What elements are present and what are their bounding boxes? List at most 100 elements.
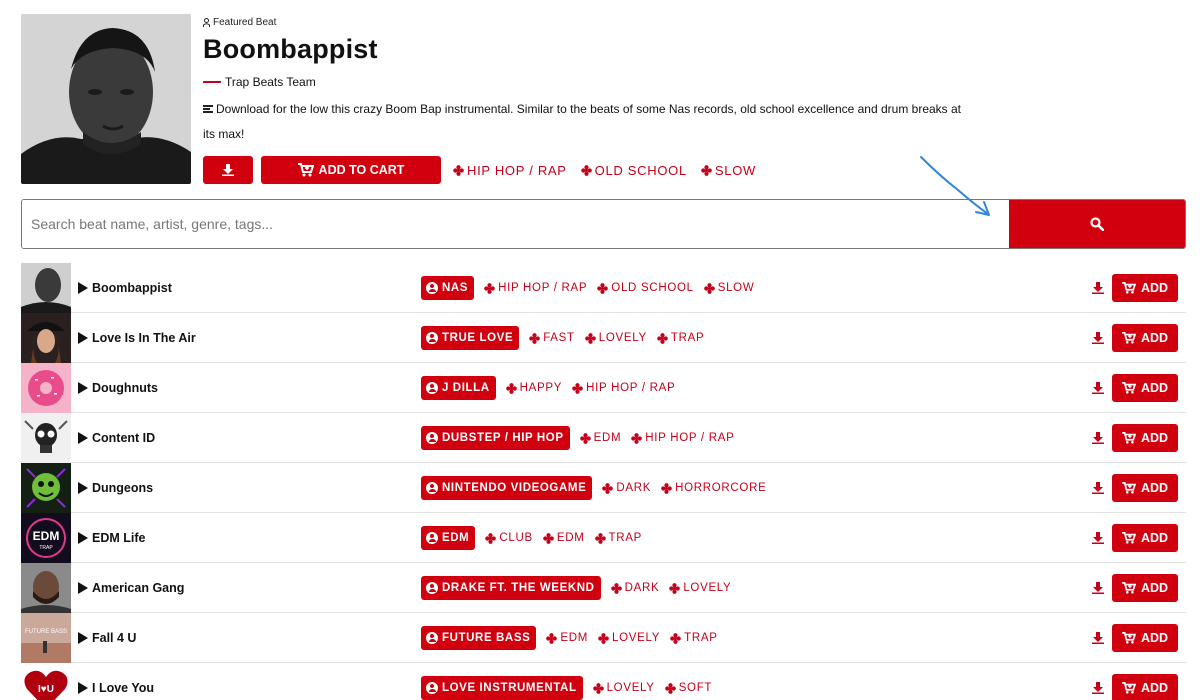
- genre-tag[interactable]: HIP HOP / RAP: [453, 163, 567, 178]
- genre-tag[interactable]: LOVELY: [669, 582, 731, 594]
- download-icon: [1092, 382, 1104, 394]
- genre-tag[interactable]: DARK: [610, 582, 660, 594]
- beat-download-button[interactable]: [1091, 381, 1105, 395]
- beat-title[interactable]: American Gang: [78, 563, 184, 613]
- genre-tag[interactable]: EDM: [546, 632, 588, 644]
- artist-badge[interactable]: EDM: [421, 526, 476, 550]
- artist-badge[interactable]: TRUE LOVE: [421, 326, 520, 350]
- beat-title[interactable]: Doughnuts: [78, 363, 158, 413]
- genre-tag[interactable]: HIP HOP / RAP: [484, 282, 587, 294]
- add-to-cart-button[interactable]: ADD: [1112, 374, 1178, 402]
- genre-tag-label: LOVELY: [683, 582, 732, 594]
- genre-tag[interactable]: HORRORCORE: [661, 482, 766, 494]
- beat-title[interactable]: Fall 4 U: [78, 613, 136, 663]
- add-to-cart-button[interactable]: ADD: [1112, 524, 1178, 552]
- beat-thumbnail[interactable]: [21, 262, 71, 313]
- artist-badge[interactable]: FUTURE BASS: [421, 626, 537, 650]
- add-to-cart-button[interactable]: ADD: [1112, 324, 1178, 352]
- add-to-cart-button[interactable]: ADD: [1112, 424, 1178, 452]
- genre-tag[interactable]: HAPPY: [505, 382, 563, 394]
- beat-thumbnail[interactable]: [21, 462, 71, 513]
- beat-download-button[interactable]: [1091, 331, 1105, 345]
- play-icon[interactable]: [78, 682, 88, 694]
- genre-tag[interactable]: LOVELY: [598, 632, 660, 644]
- genre-tag[interactable]: OLD SCHOOL: [580, 163, 687, 178]
- featured-beat: Featured Beat Boombappist Trap Beats Tea…: [21, 14, 1186, 186]
- tag-icon: [579, 432, 591, 444]
- beat-tags: J DILLA HAPPY HIP HOP / RAP: [421, 363, 675, 413]
- add-to-cart-button[interactable]: ADD: [1112, 624, 1178, 652]
- genre-tag[interactable]: TRAP: [594, 532, 642, 544]
- add-to-cart-button[interactable]: ADD: [1112, 674, 1178, 700]
- play-icon[interactable]: [78, 582, 88, 594]
- beat-download-button[interactable]: [1091, 631, 1105, 645]
- genre-tag[interactable]: OLD SCHOOL: [597, 282, 693, 294]
- artist-badge[interactable]: LOVE INSTRUMENTAL: [421, 676, 583, 700]
- genre-tag[interactable]: SLOW: [703, 282, 755, 294]
- thumb-text: FUTURE BASS: [25, 629, 67, 635]
- beat-thumbnail[interactable]: EDM TRAP: [21, 512, 71, 563]
- download-icon: [1092, 332, 1104, 344]
- beat-thumbnail[interactable]: I♥U: [21, 662, 71, 700]
- search-button[interactable]: [1009, 200, 1185, 248]
- beat-tags: NINTENDO VIDEOGAME DARK HORRORCORE: [421, 463, 766, 513]
- genre-tag[interactable]: LOVELY: [584, 332, 647, 344]
- artist-badge[interactable]: NAS: [421, 276, 475, 300]
- beat-download-button[interactable]: [1091, 531, 1105, 545]
- beat-title[interactable]: I Love You: [78, 663, 154, 700]
- play-icon[interactable]: [78, 282, 88, 294]
- beat-title[interactable]: Content ID: [78, 413, 155, 463]
- add-to-cart-button[interactable]: ADD: [1112, 474, 1178, 502]
- genre-tag[interactable]: LOVELY: [592, 682, 655, 694]
- beat-title[interactable]: Boombappist: [78, 263, 172, 313]
- beat-thumbnail[interactable]: [21, 412, 71, 463]
- genre-tag[interactable]: FAST: [529, 332, 575, 344]
- artist-badge[interactable]: NINTENDO VIDEOGAME: [421, 476, 593, 500]
- genre-tag[interactable]: CLUB: [485, 532, 532, 544]
- play-icon[interactable]: [78, 382, 88, 394]
- beat-thumbnail[interactable]: [21, 562, 71, 613]
- beat-download-button[interactable]: [1091, 281, 1105, 295]
- featured-download-button[interactable]: [203, 156, 253, 184]
- genre-tag[interactable]: TRAP: [657, 332, 704, 344]
- beat-thumbnail[interactable]: [21, 312, 71, 363]
- beat-thumbnail[interactable]: [21, 362, 71, 413]
- artist-badge[interactable]: J DILLA: [421, 376, 496, 400]
- play-icon[interactable]: [78, 432, 88, 444]
- featured-producer[interactable]: Trap Beats Team: [203, 75, 983, 89]
- play-icon[interactable]: [78, 332, 88, 344]
- artist-badge[interactable]: DUBSTEP / HIP HOP: [421, 426, 570, 450]
- genre-tag[interactable]: EDM: [579, 432, 622, 444]
- beat-download-button[interactable]: [1091, 481, 1105, 495]
- tag-icon: [584, 332, 596, 344]
- beat-title[interactable]: Dungeons: [78, 463, 153, 513]
- play-icon[interactable]: [78, 532, 88, 544]
- genre-tag[interactable]: EDM: [543, 532, 585, 544]
- featured-title[interactable]: Boombappist: [203, 34, 983, 65]
- genre-tag[interactable]: HIP HOP / RAP: [572, 382, 675, 394]
- beat-download-button[interactable]: [1091, 681, 1105, 695]
- genre-tag-label: TRAP: [608, 532, 642, 544]
- genre-tag[interactable]: SLOW: [701, 163, 756, 178]
- beat-title[interactable]: EDM Life: [78, 513, 145, 563]
- genre-tag[interactable]: SOFT: [664, 682, 712, 694]
- play-icon[interactable]: [78, 482, 88, 494]
- featured-cover-image[interactable]: [21, 14, 191, 184]
- beat-download-button[interactable]: [1091, 431, 1105, 445]
- genre-tag[interactable]: TRAP: [670, 632, 717, 644]
- featured-add-to-cart-button[interactable]: ADD TO CART: [261, 156, 441, 184]
- featured-description: Download for the low this crazy Boom Bap…: [203, 97, 973, 147]
- genre-tag[interactable]: DARK: [602, 482, 651, 494]
- play-icon[interactable]: [78, 632, 88, 644]
- artist-badge-label: NAS: [442, 282, 469, 294]
- beat-download-button[interactable]: [1091, 581, 1105, 595]
- artist-badge[interactable]: DRAKE FT. THE WEEKND: [421, 576, 601, 600]
- add-button-label: ADD: [1140, 681, 1169, 695]
- beat-thumbnail[interactable]: FUTURE BASS: [21, 612, 71, 663]
- beat-title[interactable]: Love Is In The Air: [78, 313, 196, 363]
- add-to-cart-button[interactable]: ADD: [1112, 574, 1178, 602]
- search-input[interactable]: [22, 200, 1009, 248]
- genre-tag[interactable]: HIP HOP / RAP: [631, 432, 734, 444]
- add-to-cart-button[interactable]: ADD: [1112, 274, 1178, 302]
- add-to-cart-label: ADD TO CART: [318, 163, 405, 177]
